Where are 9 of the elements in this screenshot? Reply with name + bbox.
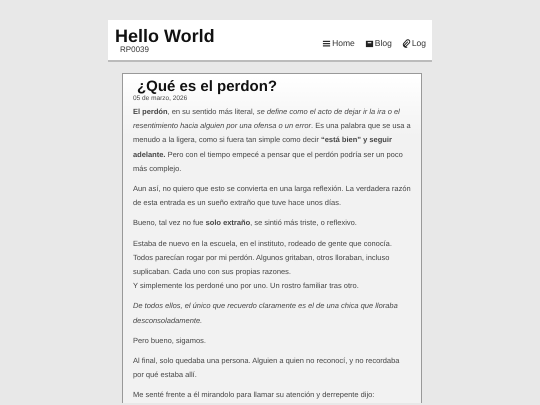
book-icon bbox=[364, 38, 374, 48]
site-title: Hello World bbox=[115, 26, 215, 44]
site-subtitle: RP0039 bbox=[120, 44, 150, 54]
nav-link[interactable]: Log bbox=[402, 38, 426, 48]
post-title: ¿Qué es el perdon? bbox=[137, 78, 278, 95]
paperclip-icon bbox=[402, 38, 411, 48]
nav-link[interactable]: Blog bbox=[364, 38, 392, 48]
menu-icon bbox=[322, 38, 332, 48]
nav-link[interactable]: Home bbox=[322, 38, 355, 48]
